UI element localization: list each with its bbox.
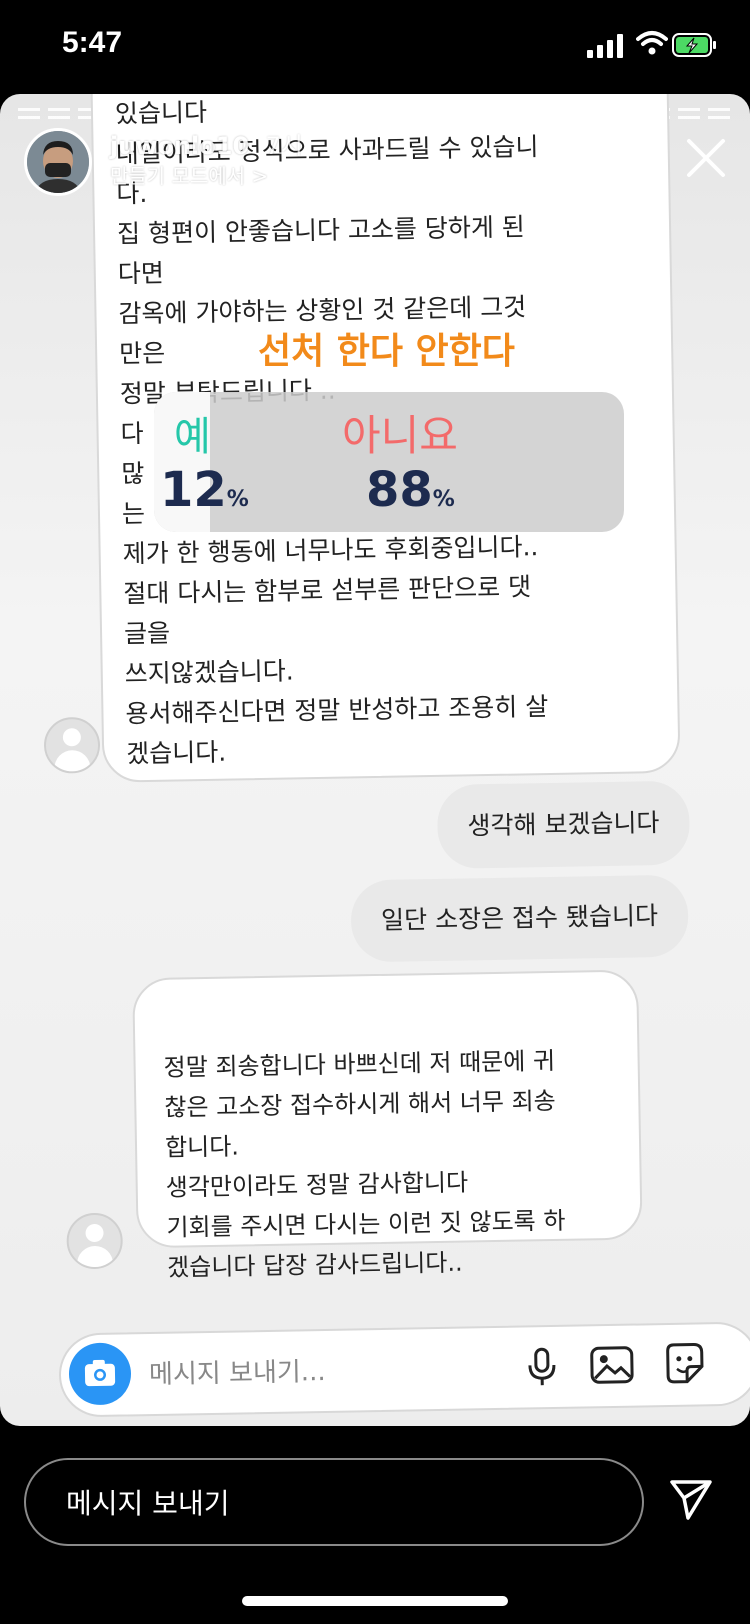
- poll-option-yes[interactable]: 예: [174, 404, 211, 462]
- sticker-icon: [666, 1343, 704, 1384]
- poll-yes-percent: 12%: [160, 462, 249, 518]
- message-text: 정말 죄송합니다 바쁘신데 저 때문에 귀 찮은 고소장 접수하시게 해서 너무…: [163, 1046, 566, 1282]
- sender-avatar: [66, 1212, 124, 1270]
- percent-sign: %: [432, 487, 455, 512]
- sender-avatar: [43, 716, 101, 774]
- username-text: juwonlo10: [110, 132, 250, 160]
- outgoing-message: 생각해 보겠습니다: [436, 780, 691, 869]
- story-username[interactable]: juwonlo10 7시: [110, 126, 303, 161]
- message-text: 생각해 보겠습니다: [467, 808, 660, 841]
- send-icon[interactable]: [668, 1476, 714, 1522]
- home-indicator: [242, 1596, 508, 1606]
- reply-placeholder: 메시지 보내기: [66, 1487, 230, 1520]
- story-frame[interactable]: 있습니다 내일이라도 정식으로 사과드릴 수 있습니 다. 집 형편이 안좋습니다 고…: [0, 94, 750, 1426]
- incoming-message: 정말 죄송합니다 바쁘신데 저 때문에 귀 찮은 고소장 접수하시게 해서 너무…: [132, 969, 643, 1282]
- chat-screenshot: 있습니다 내일이라도 정식으로 사과드릴 수 있습니 다. 집 형편이 안좋습니다 고…: [0, 94, 750, 1426]
- percent-sign: %: [226, 487, 249, 512]
- message-composer: 메시지 보내기...: [58, 1321, 750, 1418]
- composer-input: 메시지 보내기...: [148, 1356, 326, 1391]
- profile-photo: [27, 131, 89, 193]
- create-mode-link[interactable]: 만들기 모드에서 >: [110, 160, 268, 189]
- status-time: 5:47: [62, 26, 123, 59]
- wifi-icon: [636, 31, 668, 55]
- camera-button: [68, 1342, 132, 1406]
- yes-percent-value: 12: [160, 462, 227, 518]
- no-percent-value: 88: [366, 462, 433, 518]
- poll-option-no[interactable]: 아니요: [342, 402, 458, 463]
- poll-sticker[interactable]: 예 아니요 12% 88%: [154, 392, 624, 532]
- story-age: 7시: [265, 132, 303, 160]
- message-line: 겠습니다.: [125, 737, 227, 769]
- avatar[interactable]: [24, 128, 92, 196]
- message-text: 일단 소장은 접수 됐습니다: [380, 901, 659, 935]
- battery-icon: [672, 33, 716, 57]
- close-icon[interactable]: [686, 138, 726, 178]
- signal-icon: [587, 34, 625, 58]
- image-icon: [590, 1346, 634, 1384]
- status-bar: 5:47: [0, 0, 750, 92]
- camera-icon: [84, 1359, 116, 1387]
- mic-icon: [528, 1347, 556, 1386]
- reply-input[interactable]: 메시지 보내기: [24, 1458, 644, 1546]
- poll-question: 선처 한다 안한다: [258, 331, 515, 372]
- more-icon[interactable]: [612, 148, 652, 160]
- outgoing-message: 일단 소장은 접수 됐습니다: [350, 874, 689, 963]
- poll-no-percent: 88%: [366, 462, 455, 518]
